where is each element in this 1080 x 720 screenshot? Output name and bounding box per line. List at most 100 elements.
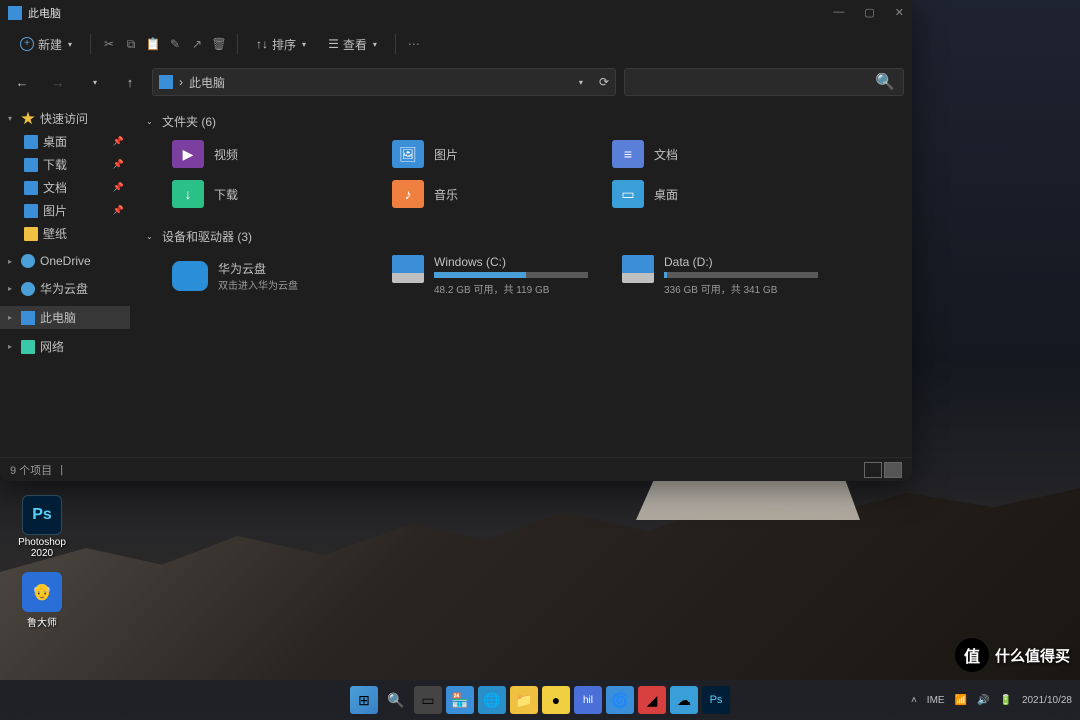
desktop-app-ludashi[interactable]: 👴 鲁大师 bbox=[10, 572, 74, 629]
folder-icon bbox=[24, 158, 38, 172]
address-caret-icon[interactable]: ▾ bbox=[579, 78, 583, 87]
taskbar-app-edge[interactable]: 🌐 bbox=[478, 686, 506, 714]
sidebar-item-wallpaper[interactable]: 壁纸 bbox=[0, 222, 130, 245]
chevron-right-icon: ▸ bbox=[8, 284, 16, 293]
storage-bar bbox=[664, 272, 818, 278]
share-button[interactable]: ↗ bbox=[189, 36, 205, 52]
picture-icon: 🖼 bbox=[392, 140, 424, 168]
up-button[interactable]: ↑ bbox=[116, 68, 144, 96]
copy-button[interactable]: ⧉ bbox=[123, 36, 139, 52]
status-text: 9 个项目 bbox=[10, 462, 52, 478]
sort-icon: ↑↓ bbox=[256, 37, 268, 51]
status-bar: 9 个项目 | bbox=[0, 457, 912, 481]
system-tray[interactable]: ˄ IME 📶 🔊 🔋 2021/10/28 bbox=[911, 695, 1072, 706]
rename-button[interactable]: ✎ bbox=[167, 36, 183, 52]
navigation-pane: ▾ 快速访问 桌面 📌 下载 📌 文档 📌 bbox=[0, 101, 130, 457]
desktop-icon: ▭ bbox=[612, 180, 644, 208]
delete-button[interactable]: 🗑 bbox=[211, 36, 227, 52]
pc-icon bbox=[21, 311, 35, 325]
drive-d[interactable]: Data (D:) 336 GB 可用，共 341 GB bbox=[620, 253, 820, 298]
pin-icon: 📌 bbox=[113, 205, 124, 216]
photoshop-icon: Ps bbox=[22, 495, 62, 535]
chevron-right-icon: ▸ bbox=[8, 257, 16, 266]
sidebar-item-pictures[interactable]: 图片 📌 bbox=[0, 199, 130, 222]
sidebar-network[interactable]: ▸ 网络 bbox=[0, 335, 130, 358]
recent-button[interactable]: ▾ bbox=[80, 68, 108, 96]
close-button[interactable]: ✕ bbox=[895, 6, 904, 19]
titlebar[interactable]: 此电脑 — ▢ ✕ bbox=[0, 0, 912, 25]
volume-icon[interactable]: 🔊 bbox=[977, 695, 989, 706]
taskbar: ⊞ 🔍 ▭ 🏪 🌐 📁 ● hil 🌀 ◢ ☁ Ps ˄ IME 📶 🔊 🔋 2… bbox=[0, 680, 1080, 720]
pin-icon: 📌 bbox=[113, 159, 124, 170]
network-icon bbox=[21, 340, 35, 354]
sort-button[interactable]: ↑↓ 排序 ▾ bbox=[248, 32, 314, 57]
device-huawei-cloud[interactable]: 华为云盘 双击进入华为云盘 bbox=[170, 253, 360, 298]
folder-videos[interactable]: ▶视频 bbox=[170, 138, 360, 170]
cloud-icon bbox=[21, 254, 35, 268]
search-icon: 🔍 bbox=[875, 72, 895, 92]
this-pc-icon bbox=[8, 6, 22, 20]
pin-icon: 📌 bbox=[113, 182, 124, 193]
taskbar-app-browser[interactable]: 🌀 bbox=[606, 686, 634, 714]
task-view-button[interactable]: ▭ bbox=[414, 686, 442, 714]
taskbar-app-store[interactable]: 🏪 bbox=[446, 686, 474, 714]
folder-documents[interactable]: ≡文档 bbox=[610, 138, 800, 170]
folder-pictures[interactable]: 🖼图片 bbox=[390, 138, 580, 170]
plus-icon: + bbox=[20, 37, 34, 51]
more-button[interactable]: ⋯ bbox=[406, 36, 422, 52]
document-icon: ≡ bbox=[612, 140, 644, 168]
sidebar-onedrive[interactable]: ▸ OneDrive bbox=[0, 251, 130, 271]
file-explorer-window: 此电脑 — ▢ ✕ + 新建 ▾ ✂ ⧉ 📋 ✎ ↗ 🗑 ↑↓ 排序 ▾ ☰ 查… bbox=[0, 0, 912, 481]
drive-c[interactable]: Windows (C:) 48.2 GB 可用，共 119 GB bbox=[390, 253, 590, 298]
pc-icon bbox=[159, 75, 173, 89]
folder-downloads[interactable]: ↓下载 bbox=[170, 178, 360, 210]
refresh-button[interactable]: ⟳ bbox=[599, 75, 609, 89]
paste-button[interactable]: 📋 bbox=[145, 36, 161, 52]
search-button[interactable]: 🔍 bbox=[382, 686, 410, 714]
taskbar-app-cloud[interactable]: ☁ bbox=[670, 686, 698, 714]
address-bar[interactable]: › 此电脑 ▾ ⟳ bbox=[152, 68, 616, 96]
view-icon: ☰ bbox=[328, 37, 339, 51]
folder-desktop[interactable]: ▭桌面 bbox=[610, 178, 800, 210]
sidebar-item-documents[interactable]: 文档 📌 bbox=[0, 176, 130, 199]
wifi-icon[interactable]: 📶 bbox=[955, 695, 967, 706]
sidebar-huawei-cloud[interactable]: ▸ 华为云盘 bbox=[0, 277, 130, 300]
group-devices-header[interactable]: ⌄ 设备和驱动器 (3) bbox=[146, 224, 896, 249]
back-button[interactable]: ← bbox=[8, 68, 36, 96]
sidebar-quick-access[interactable]: ▾ 快速访问 bbox=[0, 107, 130, 130]
taskbar-app-explorer[interactable]: 📁 bbox=[510, 686, 538, 714]
folder-music[interactable]: ♪音乐 bbox=[390, 178, 580, 210]
new-button[interactable]: + 新建 ▾ bbox=[12, 32, 80, 57]
cut-button[interactable]: ✂ bbox=[101, 36, 117, 52]
sidebar-item-downloads[interactable]: 下载 📌 bbox=[0, 153, 130, 176]
video-icon: ▶ bbox=[172, 140, 204, 168]
tray-chevron-icon[interactable]: ˄ bbox=[911, 695, 917, 706]
maximize-button[interactable]: ▢ bbox=[864, 6, 874, 19]
view-button[interactable]: ☰ 查看 ▾ bbox=[320, 32, 385, 57]
minimize-button[interactable]: — bbox=[833, 6, 844, 19]
group-folders-header[interactable]: ⌄ 文件夹 (6) bbox=[146, 109, 896, 134]
icons-view-button[interactable] bbox=[884, 462, 902, 478]
battery-icon[interactable]: 🔋 bbox=[999, 695, 1011, 706]
taskbar-app-hicar[interactable]: hil bbox=[574, 686, 602, 714]
forward-button[interactable]: → bbox=[44, 68, 72, 96]
sidebar-this-pc[interactable]: ▸ 此电脑 bbox=[0, 306, 130, 329]
ime-indicator[interactable]: IME bbox=[927, 695, 945, 706]
taskbar-app-360[interactable]: ● bbox=[542, 686, 570, 714]
sidebar-item-desktop[interactable]: 桌面 📌 bbox=[0, 130, 130, 153]
music-icon: ♪ bbox=[392, 180, 424, 208]
folder-icon bbox=[24, 227, 38, 241]
taskbar-app-photoshop[interactable]: Ps bbox=[702, 686, 730, 714]
download-icon: ↓ bbox=[172, 180, 204, 208]
search-input[interactable]: 🔍 bbox=[624, 68, 904, 96]
desktop-app-photoshop[interactable]: Ps Photoshop 2020 bbox=[10, 495, 74, 559]
chevron-down-icon: ⌄ bbox=[146, 232, 156, 241]
details-view-button[interactable] bbox=[864, 462, 882, 478]
start-button[interactable]: ⊞ bbox=[350, 686, 378, 714]
navigation-bar: ← → ▾ ↑ › 此电脑 ▾ ⟳ 🔍 bbox=[0, 63, 912, 101]
taskbar-app-huawei[interactable]: ◢ bbox=[638, 686, 666, 714]
tray-date[interactable]: 2021/10/28 bbox=[1022, 695, 1072, 706]
folder-icon bbox=[24, 181, 38, 195]
address-path: 此电脑 bbox=[189, 74, 225, 91]
chevron-right-icon: ▸ bbox=[8, 342, 16, 351]
